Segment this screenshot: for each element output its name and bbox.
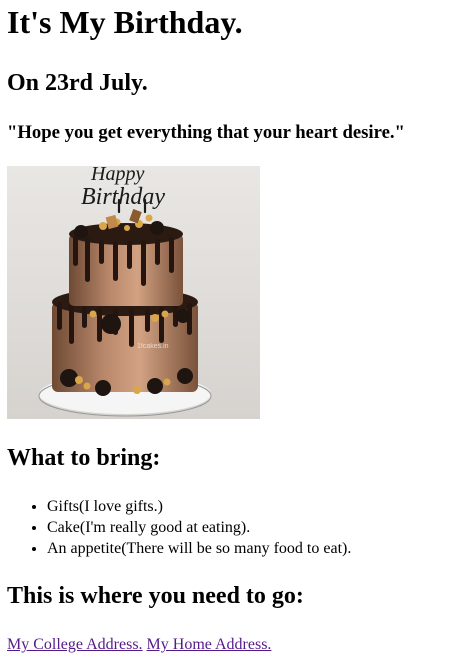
- where-heading: This is where you need to go:: [7, 583, 304, 609]
- bring-heading: What to bring:: [7, 445, 161, 471]
- college-address-link[interactable]: My College Address.: [7, 636, 143, 653]
- page-title: It's My Birthday.: [7, 4, 243, 40]
- list-item: An appetite(There will be so many food t…: [47, 538, 451, 559]
- list-item: Gifts(I love gifts.): [47, 496, 451, 517]
- home-address-link[interactable]: My Home Address.: [147, 636, 272, 653]
- birthday-cake-image: Happy Birthday 1fcakes.in: [7, 166, 260, 419]
- date-heading: On 23rd July.: [7, 70, 148, 96]
- topper-text-happy: Happy: [90, 166, 144, 185]
- watermark-text: 1fcakes.in: [137, 343, 169, 350]
- list-item: Cake(I'm really good at eating).: [47, 517, 451, 538]
- quote-heading: "Hope you get everything that your heart…: [7, 122, 405, 143]
- page-content: It's My Birthday. On 23rd July. "Hope yo…: [0, 0, 458, 654]
- bring-list: Gifts(I love gifts.) Cake(I'm really goo…: [7, 496, 451, 559]
- topper-text-birthday: Birthday: [81, 184, 165, 210]
- address-links: My College Address. My Home Address.: [7, 635, 451, 654]
